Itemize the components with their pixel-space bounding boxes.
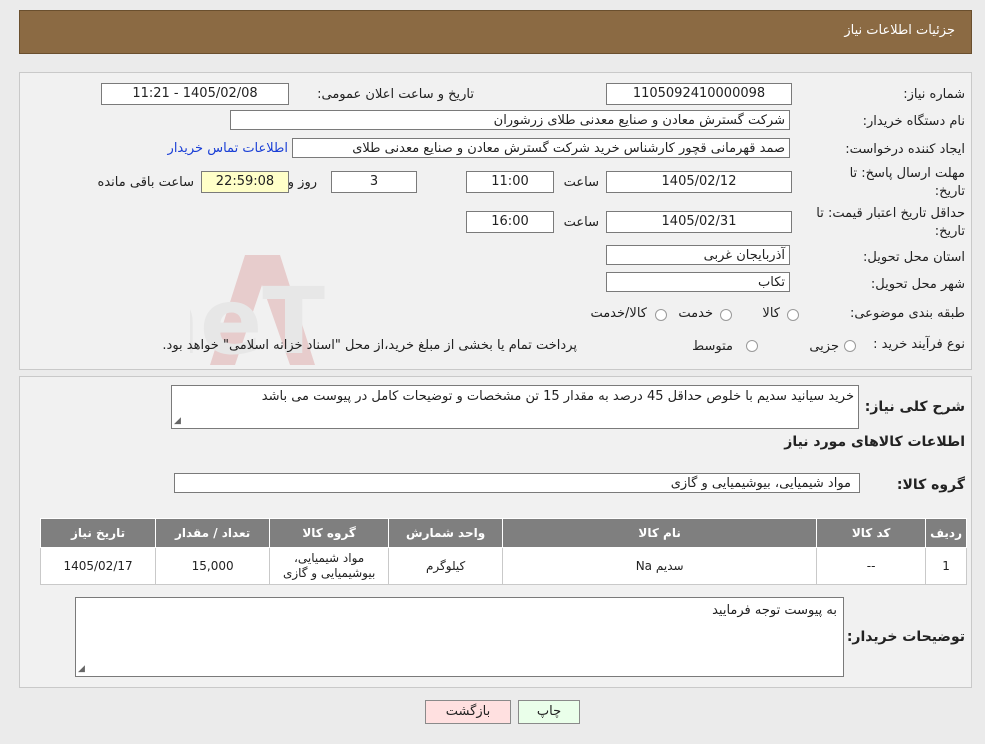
desc-label: شرح کلی نیاز:: [864, 399, 965, 415]
desc-textarea[interactable]: خرید سیانید سدیم با خلوص حداقل 45 درصد ب…: [171, 385, 859, 429]
process-radio-minor[interactable]: [844, 340, 856, 352]
city-field: تکاب: [606, 272, 790, 292]
deadline-time-label: ساعت: [563, 175, 599, 190]
cell-quantity: 15,000: [155, 547, 271, 585]
price-validity-date-field: 1405/02/31: [606, 211, 792, 233]
days-field: 3: [331, 171, 417, 193]
th-goods-name: نام کالا: [502, 518, 818, 548]
category-radio-goods[interactable]: [787, 309, 799, 321]
remaining-label: ساعت باقی مانده: [97, 175, 194, 190]
days-label: روز و: [287, 175, 317, 190]
th-need-date: تاریخ نیاز: [39, 518, 157, 548]
announce-field: 1405/02/08 - 11:21: [101, 83, 289, 105]
need-number-label: شماره نیاز:: [903, 87, 965, 102]
contact-info-link[interactable]: اطلاعات تماس خریدار: [168, 141, 288, 156]
announce-label: تاریخ و ساعت اعلان عمومی:: [317, 87, 474, 102]
deadline-date-field: 1405/02/12: [606, 171, 792, 193]
goods-info-title: اطلاعات کالاهای مورد نیاز: [784, 434, 965, 450]
category-option-goods-service: کالا/خدمت: [590, 306, 647, 321]
th-goods-code: کد کالا: [816, 518, 927, 548]
category-option-service: خدمت: [678, 306, 713, 321]
buyer-org-label: نام دستگاه خریدار:: [862, 114, 965, 129]
process-option-minor: جزیی: [809, 339, 839, 354]
deadline-label-2: تاریخ:: [934, 184, 965, 199]
process-option-medium: متوسط: [692, 339, 733, 354]
group-label: گروه کالا:: [896, 477, 965, 493]
resize-handle-icon[interactable]: ◢: [78, 664, 85, 674]
creator-field: صمد قهرمانی قچور کارشناس خرید شرکت گسترش…: [292, 138, 790, 158]
buyer-notes-text: به پیوست توجه فرمایید: [712, 603, 837, 618]
process-note: پرداخت تمام یا بخشی از مبلغ خرید،از محل …: [162, 338, 577, 353]
price-validity-time-field: 16:00: [466, 211, 554, 233]
category-radio-goods-service[interactable]: [655, 309, 667, 321]
province-field: آذربایجان غربی: [606, 245, 790, 265]
deadline-label: مهلت ارسال پاسخ: تا: [849, 166, 965, 181]
category-radio-service[interactable]: [720, 309, 732, 321]
print-button[interactable]: چاپ: [518, 700, 580, 724]
th-row-number: ردیف: [925, 518, 967, 548]
province-label: استان محل تحویل:: [863, 250, 965, 265]
th-unit: واحد شمارش: [388, 518, 504, 548]
table-row: 1 -- سدیم Na کیلوگرم مواد شیمیایی، بیوشی…: [39, 547, 967, 585]
group-field: مواد شیمیایی، بیوشیمیایی و گازی: [174, 473, 860, 493]
price-validity-time-label: ساعت: [563, 215, 599, 230]
process-radio-medium[interactable]: [746, 340, 758, 352]
remaining-time-field: 22:59:08: [201, 171, 289, 193]
city-label: شهر محل تحویل:: [870, 277, 965, 292]
buyer-org-field: شرکت گسترش معادن و صنایع معدنی طلای زرشو…: [230, 110, 790, 130]
cell-goods-group: مواد شیمیایی، بیوشیمیایی و گازی: [269, 547, 390, 585]
page-header: جزئیات اطلاعات نیاز: [19, 10, 972, 54]
back-button[interactable]: بازگشت: [425, 700, 511, 724]
resize-handle-icon[interactable]: ◢: [174, 416, 181, 426]
deadline-time-field: 11:00: [466, 171, 554, 193]
items-table: ردیف کد کالا نام کالا واحد شمارش گروه کا…: [39, 518, 967, 585]
need-number-field: 1105092410000098: [606, 83, 792, 105]
price-validity-label: حداقل تاریخ اعتبار قیمت: تا: [816, 206, 965, 221]
buyer-notes-label: توضیحات خریدار:: [846, 629, 965, 645]
th-quantity: تعداد / مقدار: [155, 518, 271, 548]
page-title: جزئیات اطلاعات نیاز: [844, 23, 955, 38]
cell-unit: کیلوگرم: [388, 547, 504, 585]
creator-label: ایجاد کننده درخواست:: [845, 142, 965, 157]
price-validity-label-2: تاریخ:: [934, 224, 965, 239]
items-table-header-row: ردیف کد کالا نام کالا واحد شمارش گروه کا…: [39, 518, 967, 548]
th-goods-group: گروه کالا: [269, 518, 390, 548]
desc-text: خرید سیانید سدیم با خلوص حداقل 45 درصد ب…: [261, 389, 854, 404]
category-label: طبقه بندی موضوعی:: [849, 306, 965, 321]
category-option-goods: کالا: [762, 306, 780, 321]
cell-goods-name: سدیم Na: [502, 547, 818, 585]
cell-need-date: 1405/02/17: [39, 547, 157, 585]
cell-row-number: 1: [925, 547, 967, 585]
cell-goods-code: --: [816, 547, 927, 585]
buyer-notes-textarea[interactable]: به پیوست توجه فرمایید ◢: [75, 597, 844, 677]
process-label: نوع فرآیند خرید :: [873, 337, 965, 352]
